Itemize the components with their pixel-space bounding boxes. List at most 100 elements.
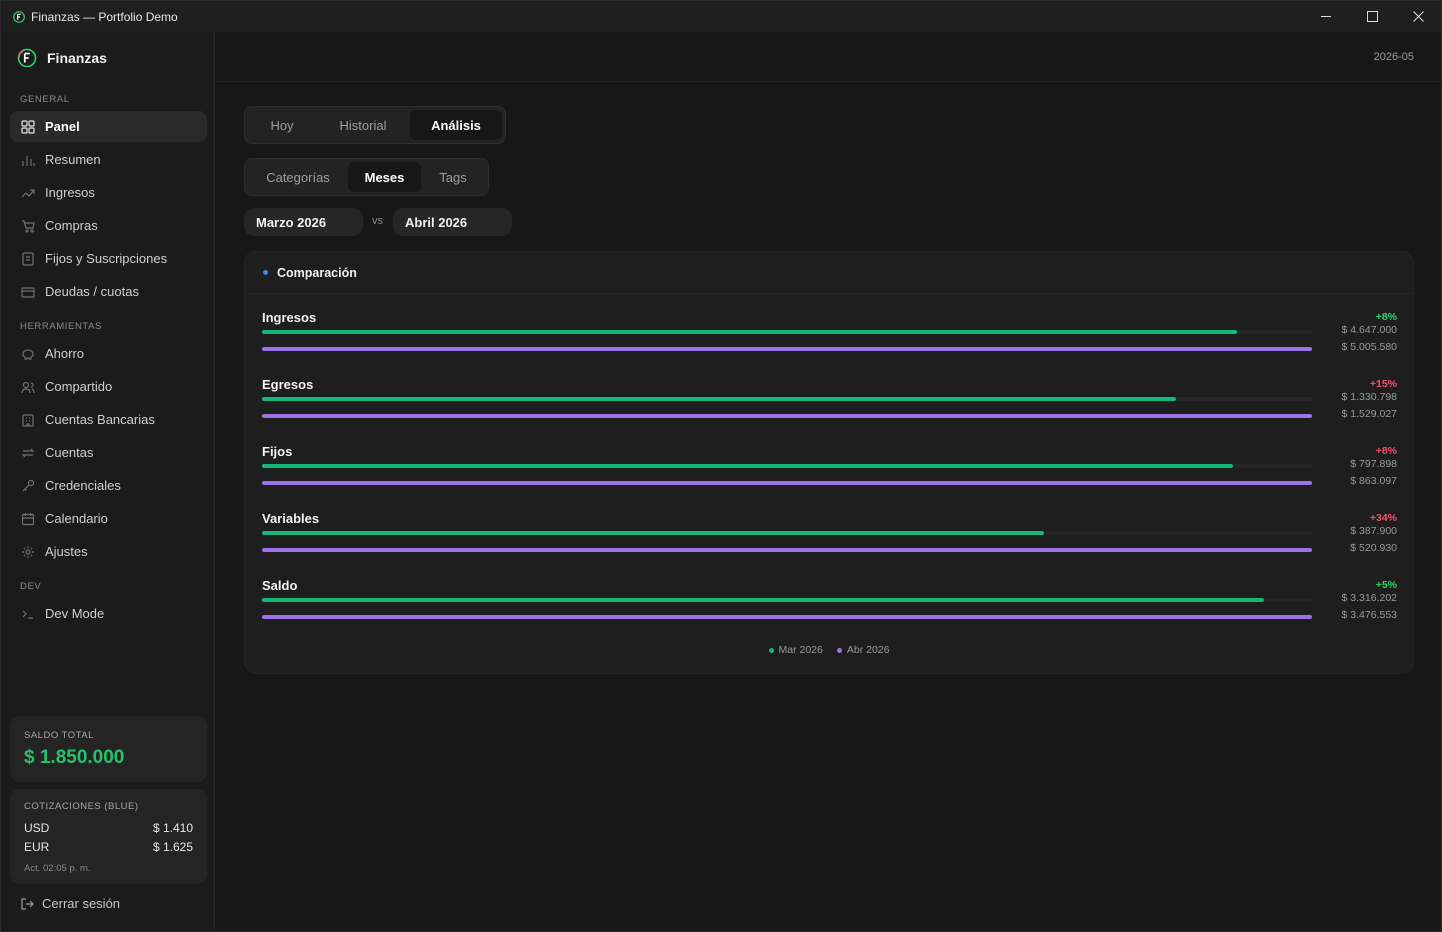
users-icon [20,379,36,395]
metric-name: Egresos [262,377,314,392]
legend-item-a: Mar 2026 [768,644,823,656]
tab-analisis[interactable]: Análisis [410,110,502,140]
month-b-select[interactable]: Abril 2026 [393,208,512,236]
logout-label: Cerrar sesión [42,896,121,911]
metric-name: Variables [262,511,320,526]
change-percent: +8% [1375,445,1397,457]
sidebar-item-label: Calendario [45,511,108,526]
sidebar-item-label: Panel [45,119,80,134]
maximize-button[interactable] [1349,1,1395,32]
bar-abr-2026 [262,548,1312,552]
app-window: Finanzas — Portfolio Demo Finanzas GENER… [0,0,1442,932]
app-logo-icon [13,10,25,23]
grid-icon [20,119,36,135]
section-label-general: GENERAL [20,94,70,105]
minimize-button[interactable] [1303,1,1349,32]
bar-chart-icon [20,152,36,168]
gear-icon [20,544,36,560]
tab-historial[interactable]: Historial [316,110,410,140]
change-percent: +15% [1369,378,1397,390]
sidebar-item-compartido[interactable]: Compartido [10,371,207,402]
terminal-icon [20,606,36,622]
currency-rate: $ 1.410 [152,821,193,835]
brand-name: Finanzas [47,50,107,66]
main-tabs: Hoy Historial Análisis [244,106,506,144]
bar-track [262,397,1312,401]
sidebar-item-credenciales[interactable]: Credenciales [10,470,207,501]
sidebar-item-deudas-cuotas[interactable]: Deudas / cuotas [10,276,207,307]
value-label-abr: $ 863.097 [1350,475,1397,487]
sidebar-item-label: Dev Mode [45,606,105,621]
legend-swatch-b [836,647,842,653]
sidebar-item-compras[interactable]: Compras [10,210,207,241]
bar-mar-2026 [262,531,1044,535]
sidebar-item-label: Fijos y Suscripciones [45,251,168,266]
bank-icon [20,412,36,428]
value-label-mar: $ 4.647.000 [1341,324,1397,336]
sidebar-item-calendario[interactable]: Calendario [10,503,207,534]
brand[interactable]: Finanzas [17,48,107,68]
change-percent: +34% [1369,512,1397,524]
sidebar-item-label: Compartido [45,379,113,394]
value-label-mar: $ 797.898 [1350,458,1397,470]
metric-row: Saldo +5% $ 3.316.202 $ 3.476.553 [262,578,1397,638]
close-button[interactable] [1395,1,1441,32]
sidebar-item-ahorro[interactable]: Ahorro [10,338,207,369]
cart-icon [20,218,36,234]
logout-icon [21,897,34,910]
sidebar-item-dev-mode[interactable]: Dev Mode [10,598,207,629]
subtab-meses[interactable]: Meses [348,162,421,192]
cotizaciones-card: COTIZACIONES (BLUE) USD $ 1.410 EUR $ 1.… [10,789,207,884]
logout-button[interactable]: Cerrar sesión [20,896,120,911]
sidebar-item-cuentas[interactable]: Cuentas [10,437,207,468]
sidebar-item-label: Ahorro [45,346,85,361]
sidebar-item-label: Ajustes [45,544,88,559]
tab-hoy[interactable]: Hoy [248,110,316,140]
sidebar-item-panel[interactable]: Panel [10,111,207,142]
cotizaciones-updated: Act. 02:05 p. m. [24,863,91,874]
currency-rate: $ 1.625 [152,840,193,854]
sidebar-item-label: Resumen [45,152,101,167]
value-label-abr: $ 520.930 [1350,542,1397,554]
legend-label-a: Mar 2026 [778,644,823,656]
cotizacion-row-usd: USD $ 1.410 [24,821,193,835]
bar-abr-2026 [262,481,1312,485]
value-label-abr: $ 3.476.553 [1341,609,1397,621]
subtab-tags[interactable]: Tags [421,162,485,192]
minimize-icon [1320,16,1331,17]
section-label-dev: DEV [20,581,42,592]
currency-code: EUR [24,840,50,854]
bar-abr-2026 [262,615,1312,619]
month-a-select[interactable]: Marzo 2026 [244,208,363,236]
card-icon [20,284,36,300]
panel-header: Comparación [245,252,1413,294]
vs-label: vs [372,215,383,227]
bar-mar-2026 [262,330,1237,334]
sidebar-item-fijos-suscripciones[interactable]: Fijos y Suscripciones [10,243,207,274]
metric-row: Egresos +15% $ 1.330.798 $ 1.529.027 [262,377,1397,437]
bar-mar-2026 [262,464,1233,468]
key-icon [20,478,36,494]
bar-track [262,414,1312,418]
calendar-icon [20,511,36,527]
sidebar-item-ajustes[interactable]: Ajustes [10,536,207,567]
top-bar: 2026-05 [216,32,1441,82]
chart-legend: Mar 2026 Abr 2026 [245,644,1413,656]
sidebar-item-label: Ingresos [45,185,95,200]
trending-up-icon [20,185,36,201]
receipt-icon [20,251,36,267]
sidebar-item-cuentas-bancarias[interactable]: Cuentas Bancarias [10,404,207,435]
sidebar-item-resumen[interactable]: Resumen [10,144,207,175]
saldo-total-label: SALDO TOTAL [24,730,94,741]
current-period: 2026-05 [1373,51,1414,63]
sidebar-item-label: Cuentas [45,445,94,460]
saldo-total-value: $ 1.850.000 [24,747,125,768]
bar-track [262,615,1312,619]
bar-track [262,347,1312,351]
sidebar-item-label: Cuentas Bancarias [45,412,155,427]
brand-logo-icon [17,48,37,68]
subtab-categorias[interactable]: Categorías [248,162,348,192]
sidebar-item-ingresos[interactable]: Ingresos [10,177,207,208]
bar-mar-2026 [262,397,1176,401]
sidebar-item-label: Deudas / cuotas [45,284,139,299]
